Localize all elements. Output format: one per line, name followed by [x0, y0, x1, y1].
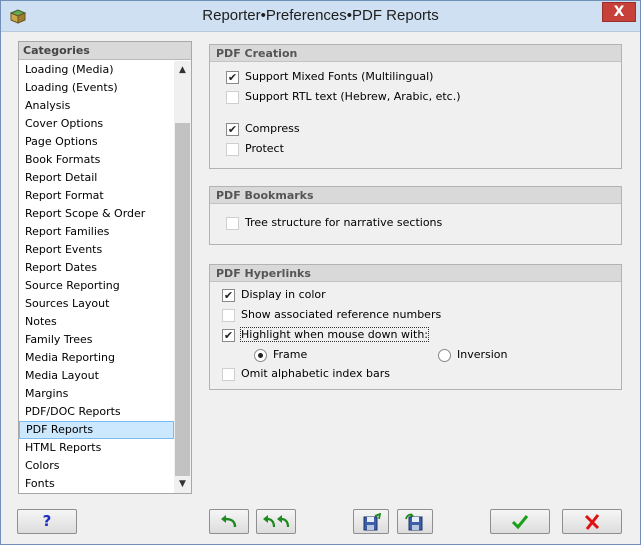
highlight-label: Highlight when mouse down with:	[240, 327, 429, 342]
highlight-checkbox[interactable]: ✔	[222, 328, 235, 342]
display-color-label: Display in color	[241, 288, 326, 301]
pdf-hyperlinks-group: PDF Hyperlinks ✔ Display in color Show as…	[209, 264, 622, 390]
category-item[interactable]: Report Families	[19, 223, 174, 241]
cancel-button[interactable]	[562, 509, 622, 534]
undo-icon	[221, 514, 237, 527]
undo-all-icon	[263, 514, 290, 527]
category-item[interactable]: Notes	[19, 313, 174, 331]
save-icon	[363, 512, 382, 530]
compress-option[interactable]: ✔ Compress	[226, 121, 300, 139]
categories-scrollbar[interactable]: ▲ ▼	[174, 61, 191, 493]
category-item[interactable]: Report Scope & Order	[19, 205, 174, 223]
category-item[interactable]: Report Detail	[19, 169, 174, 187]
frame-option[interactable]: Frame	[254, 347, 307, 365]
load-icon	[405, 512, 423, 530]
tree-structure-checkbox[interactable]	[226, 216, 239, 230]
cancel-x-icon	[584, 513, 600, 530]
category-item[interactable]: Sources Layout	[19, 295, 174, 313]
protect-label: Protect	[245, 142, 284, 155]
category-item[interactable]: PDF/DOC Reports	[19, 403, 174, 421]
help-label: ?	[42, 512, 52, 530]
category-item[interactable]: Media Layout	[19, 367, 174, 385]
mixed-fonts-label: Support Mixed Fonts (Multilingual)	[245, 70, 434, 83]
compress-checkbox[interactable]: ✔	[226, 122, 239, 136]
omit-index-checkbox[interactable]	[222, 367, 235, 381]
category-item[interactable]: Loading (Media)	[19, 61, 174, 79]
pdf-bookmarks-group: PDF Bookmarks Tree structure for narrati…	[209, 186, 622, 245]
pdf-hyperlinks-header: PDF Hyperlinks	[210, 265, 621, 282]
category-item[interactable]: Media Reporting	[19, 349, 174, 367]
inversion-radio[interactable]	[438, 348, 451, 362]
category-item[interactable]: Report Events	[19, 241, 174, 259]
categories-panel: Categories Loading (Media) Loading (Even…	[18, 41, 192, 494]
scroll-thumb[interactable]	[175, 123, 190, 476]
help-button[interactable]: ?	[17, 509, 77, 534]
category-item[interactable]: Report Dates	[19, 259, 174, 277]
category-item[interactable]: Family Trees	[19, 331, 174, 349]
omit-index-option[interactable]: Omit alphabetic index bars	[222, 366, 390, 384]
categories-header: Categories	[19, 42, 191, 60]
inversion-option[interactable]: Inversion	[438, 347, 508, 365]
rtl-text-option[interactable]: Support RTL text (Hebrew, Arabic, etc.)	[226, 89, 461, 107]
category-item[interactable]: Source Reporting	[19, 277, 174, 295]
scroll-down-arrow-icon[interactable]: ▼	[174, 475, 191, 493]
frame-radio[interactable]	[254, 348, 267, 362]
undo-all-button[interactable]	[256, 509, 296, 534]
rtl-text-checkbox[interactable]	[226, 90, 239, 104]
inversion-label: Inversion	[457, 348, 508, 361]
save-button[interactable]	[353, 509, 389, 534]
display-color-option[interactable]: ✔ Display in color	[222, 287, 326, 305]
category-item[interactable]: Analysis	[19, 97, 174, 115]
protect-option[interactable]: Protect	[226, 141, 284, 159]
mixed-fonts-checkbox[interactable]: ✔	[226, 70, 239, 84]
title-bar: Reporter•Preferences•PDF Reports X	[1, 1, 640, 32]
compress-label: Compress	[245, 122, 300, 135]
omit-index-label: Omit alphabetic index bars	[241, 367, 390, 380]
ok-check-icon	[511, 514, 529, 529]
category-item[interactable]: Margins	[19, 385, 174, 403]
pdf-creation-group: PDF Creation ✔ Support Mixed Fonts (Multi…	[209, 44, 622, 169]
tree-structure-option[interactable]: Tree structure for narrative sections	[226, 215, 442, 233]
category-item[interactable]: Report Format	[19, 187, 174, 205]
category-item[interactable]: Fonts	[19, 475, 174, 493]
show-reference-checkbox[interactable]	[222, 308, 235, 322]
frame-label: Frame	[273, 348, 308, 361]
mixed-fonts-option[interactable]: ✔ Support Mixed Fonts (Multilingual)	[226, 69, 433, 87]
rtl-text-label: Support RTL text (Hebrew, Arabic, etc.)	[245, 90, 461, 103]
window-title: Reporter•Preferences•PDF Reports	[202, 7, 439, 24]
category-item[interactable]: HTML Reports	[19, 439, 174, 457]
tree-structure-label: Tree structure for narrative sections	[245, 216, 443, 229]
scroll-up-arrow-icon[interactable]: ▲	[174, 61, 191, 79]
category-item[interactable]: Loading (Events)	[19, 79, 174, 97]
pdf-creation-header: PDF Creation	[210, 45, 621, 62]
preferences-window: Reporter•Preferences•PDF Reports X Categ…	[0, 0, 641, 545]
highlight-option[interactable]: ✔ Highlight when mouse down with:	[222, 327, 429, 345]
show-reference-label: Show associated reference numbers	[241, 308, 442, 321]
ok-button[interactable]	[490, 509, 550, 534]
category-item-selected[interactable]: PDF Reports	[19, 421, 174, 439]
category-item[interactable]: Page Options	[19, 133, 174, 151]
load-button[interactable]	[397, 509, 433, 534]
category-item[interactable]: Book Formats	[19, 151, 174, 169]
display-color-checkbox[interactable]: ✔	[222, 288, 235, 302]
undo-button[interactable]	[209, 509, 249, 534]
pdf-bookmarks-header: PDF Bookmarks	[210, 187, 621, 204]
category-item[interactable]: Cover Options	[19, 115, 174, 133]
category-item[interactable]: Colors	[19, 457, 174, 475]
close-button[interactable]: X	[602, 2, 636, 22]
categories-list[interactable]: Loading (Media) Loading (Events) Analysi…	[19, 61, 174, 493]
protect-checkbox[interactable]	[226, 142, 239, 156]
show-reference-option[interactable]: Show associated reference numbers	[222, 307, 441, 325]
